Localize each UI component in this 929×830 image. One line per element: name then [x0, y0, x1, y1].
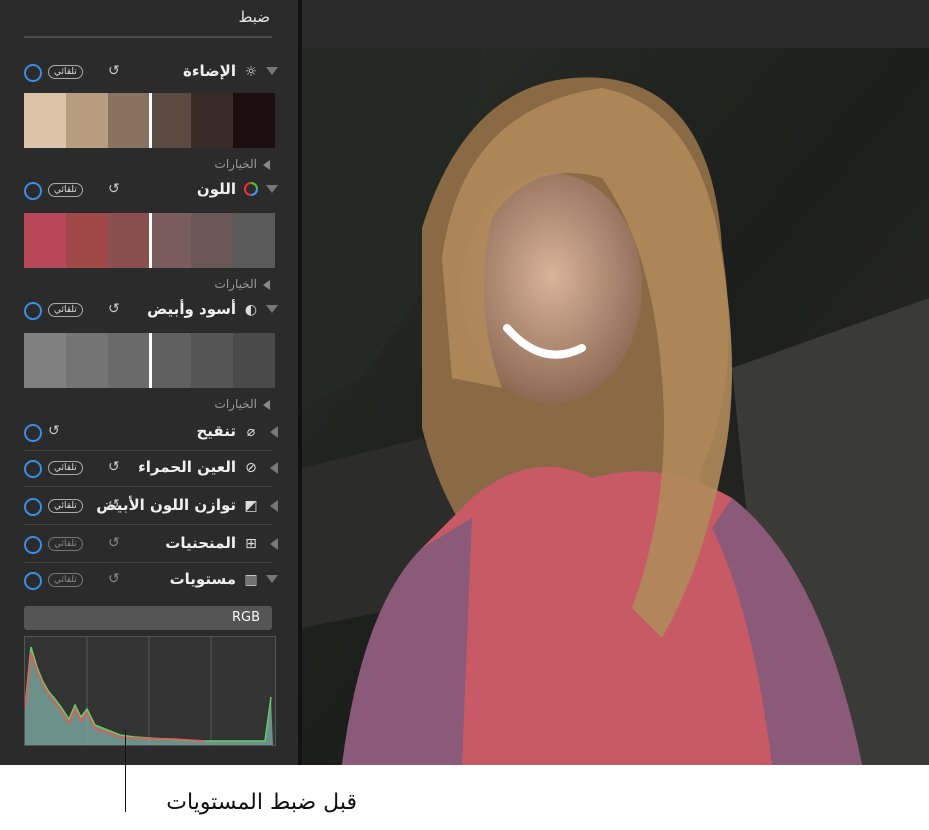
thumbnail — [233, 333, 275, 388]
section-color[interactable]: اللون ↺ تلقائي — [20, 178, 278, 204]
color-wheel-icon — [242, 181, 260, 199]
thumbnail — [191, 333, 234, 388]
thumbnail — [107, 333, 150, 388]
auto-button[interactable]: تلقائي — [48, 573, 83, 587]
thumbnail — [107, 93, 150, 148]
section-label: المنحنيات — [165, 534, 236, 552]
thumbnail — [65, 333, 108, 388]
thumbnail — [191, 213, 234, 268]
color-thumbnail-strip[interactable] — [24, 213, 275, 268]
disclosure-triangle-icon[interactable] — [266, 185, 278, 193]
thumbnail — [149, 333, 192, 388]
enable-toggle[interactable] — [24, 424, 42, 442]
thumbnail — [24, 93, 66, 148]
bandage-icon: ⌀ — [246, 424, 256, 440]
triangle-icon — [263, 279, 270, 290]
triangle-icon — [263, 399, 270, 410]
eye-slash-icon: ⊘ — [245, 460, 257, 476]
enable-toggle[interactable] — [24, 64, 42, 82]
section-curves[interactable]: ⊞ المنحنيات ↺ تلقائي — [20, 532, 278, 558]
enable-toggle[interactable] — [24, 498, 42, 516]
reset-icon[interactable]: ↺ — [108, 571, 120, 587]
auto-button[interactable]: تلقائي — [48, 183, 83, 197]
slider-handle[interactable] — [149, 213, 152, 268]
section-light[interactable]: ☼ الإضاءة ↺ تلقائي — [20, 60, 278, 86]
enable-toggle[interactable] — [24, 572, 42, 590]
reset-icon[interactable]: ↺ — [108, 63, 120, 79]
reset-icon[interactable]: ↺ — [108, 301, 120, 317]
thumbnail — [24, 213, 66, 268]
thumbnail — [149, 213, 192, 268]
enable-toggle[interactable] — [24, 536, 42, 554]
section-label: اللون — [196, 180, 236, 198]
title-divider — [24, 36, 272, 38]
disclosure-triangle-icon[interactable] — [270, 426, 278, 438]
auto-button[interactable]: تلقائي — [48, 499, 83, 513]
curves-icon: ⊞ — [245, 536, 257, 552]
reset-icon[interactable]: ↺ — [48, 423, 60, 439]
section-black-white[interactable]: ◐ أسود وأبيض ↺ تلقائي — [20, 298, 278, 324]
section-label: الإضاءة — [183, 62, 236, 80]
photo-preview[interactable] — [302, 48, 929, 765]
thumbnail — [191, 93, 234, 148]
auto-button[interactable]: تلقائي — [48, 461, 83, 475]
thumbnail — [65, 93, 108, 148]
thumbnail — [233, 213, 275, 268]
enable-toggle[interactable] — [24, 302, 42, 320]
section-label: مستويات — [169, 570, 236, 588]
options-disclosure[interactable]: الخيارات — [215, 277, 270, 291]
section-label: تنقيح — [196, 422, 237, 440]
thumbnail — [107, 213, 150, 268]
white-balance-icon: ◩ — [244, 498, 258, 514]
levels-icon: ▥ — [244, 572, 258, 588]
thumbnail — [149, 93, 192, 148]
thumbnail — [24, 333, 66, 388]
auto-button[interactable]: تلقائي — [48, 537, 83, 551]
section-white-balance[interactable]: ◩ توازن اللون الأبيض ↺ تلقائي — [20, 494, 278, 520]
triangle-icon — [263, 159, 270, 170]
section-label: أسود وأبيض — [147, 300, 236, 318]
separator — [24, 562, 272, 563]
disclosure-triangle-icon[interactable] — [266, 67, 278, 75]
half-circle-icon: ◐ — [244, 302, 258, 318]
enable-toggle[interactable] — [24, 460, 42, 478]
section-retouch[interactable]: ⌀ تنقيح ↺ — [20, 420, 278, 446]
light-thumbnail-strip[interactable] — [24, 93, 275, 148]
thumbnail — [233, 93, 275, 148]
section-red-eye[interactable]: ⊘ العين الحمراء ↺ تلقائي — [20, 456, 278, 482]
levels-histogram[interactable] — [24, 636, 276, 746]
photos-edit-window: ضبط ☼ الإضاءة ↺ تلقائي الخيارات اللون ↺ — [0, 0, 929, 765]
reset-icon[interactable]: ↺ — [108, 181, 120, 197]
channel-select[interactable]: RGB — [24, 606, 272, 630]
enable-toggle[interactable] — [24, 182, 42, 200]
options-disclosure[interactable]: الخيارات — [215, 397, 270, 411]
reset-icon[interactable]: ↺ — [108, 497, 120, 513]
disclosure-triangle-icon[interactable] — [270, 500, 278, 512]
disclosure-triangle-icon[interactable] — [270, 462, 278, 474]
reset-icon[interactable]: ↺ — [108, 535, 120, 551]
auto-button[interactable]: تلقائي — [48, 303, 83, 317]
disclosure-triangle-icon[interactable] — [266, 305, 278, 313]
slider-handle[interactable] — [149, 333, 152, 388]
section-label: العين الحمراء — [138, 458, 236, 476]
caption-callout-line — [125, 730, 126, 812]
separator — [24, 450, 272, 451]
sidebar-title: ضبط — [238, 8, 270, 26]
slider-handle[interactable] — [149, 93, 152, 148]
figure-caption: قبل ضبط المستويات — [166, 790, 357, 815]
thumbnail — [65, 213, 108, 268]
separator — [24, 524, 272, 525]
section-levels[interactable]: ▥ مستويات ↺ تلقائي — [20, 568, 278, 594]
separator — [24, 486, 272, 487]
adjust-sidebar: ضبط ☼ الإضاءة ↺ تلقائي الخيارات اللون ↺ — [0, 0, 298, 765]
disclosure-triangle-icon[interactable] — [266, 575, 278, 583]
bw-thumbnail-strip[interactable] — [24, 333, 275, 388]
auto-button[interactable]: تلقائي — [48, 65, 83, 79]
disclosure-triangle-icon[interactable] — [270, 538, 278, 550]
options-disclosure[interactable]: الخيارات — [215, 157, 270, 171]
reset-icon[interactable]: ↺ — [108, 459, 120, 475]
sun-icon: ☼ — [244, 64, 258, 80]
viewer-toolbar — [302, 0, 929, 48]
